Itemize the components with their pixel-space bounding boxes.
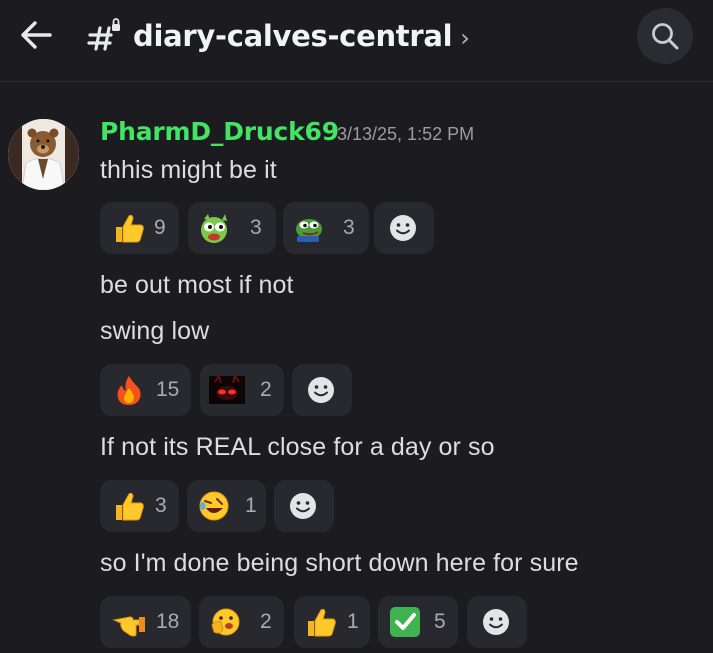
pointing-hand-icon (112, 616, 145, 637)
reaction-pill[interactable]: 2 (200, 364, 284, 416)
reaction-count: 3 (250, 216, 262, 239)
avatar[interactable] (8, 119, 79, 190)
message-line: swing low (100, 317, 210, 345)
reactions-row: 3 1 (100, 480, 334, 532)
search-icon (652, 23, 679, 50)
reaction-pill[interactable]: 3 (283, 202, 369, 254)
reaction-count: 2 (260, 378, 272, 401)
reaction-count: 5 (434, 610, 446, 633)
reaction-count: 2 (260, 610, 272, 633)
reaction-count: 3 (155, 494, 167, 517)
add-reaction-button[interactable] (374, 202, 434, 254)
reaction-pill[interactable]: 9 (100, 202, 179, 254)
add-reaction-button[interactable] (292, 364, 352, 416)
pepe-green-frog-icon (201, 214, 227, 243)
reaction-count: 18 (156, 610, 180, 633)
reactions-row: 18 2 1 5 (100, 596, 527, 648)
reaction-count: 1 (347, 610, 359, 633)
fire-icon (117, 376, 141, 405)
reaction-pill[interactable]: 2 (199, 596, 284, 648)
reaction-pill[interactable]: 1 (187, 480, 266, 532)
add-reaction-smiley-icon (483, 609, 509, 635)
message-line: thhis might be it (100, 156, 277, 184)
add-reaction-smiley-icon (308, 377, 334, 403)
thumbs-up-icon (116, 214, 144, 243)
thumbs-up-icon (116, 492, 144, 521)
add-reaction-button[interactable] (467, 596, 527, 648)
reactions-row: 15 2 (100, 364, 352, 416)
reactions-row: 9 3 3 (100, 202, 434, 254)
text-channel-hash-icon (84, 16, 124, 56)
reaction-pill[interactable]: 18 (100, 596, 191, 648)
channel-title[interactable]: diary-calves-central › (133, 16, 470, 56)
message-line: If not its REAL close for a day or so (100, 433, 495, 461)
add-reaction-smiley-icon (390, 215, 416, 241)
reaction-count: 1 (245, 494, 257, 517)
check-mark-button-icon (390, 607, 420, 637)
add-reaction-button[interactable] (274, 480, 334, 532)
red-eyes-demon-icon (209, 374, 245, 404)
reaction-pill[interactable]: 1 (294, 596, 370, 648)
reaction-pill[interactable]: 15 (100, 364, 191, 416)
reaction-pill[interactable]: 3 (188, 202, 276, 254)
reaction-count: 3 (343, 216, 355, 239)
rolling-on-floor-laughing-icon (199, 491, 229, 521)
add-reaction-smiley-icon (290, 493, 316, 519)
reaction-count: 15 (156, 378, 180, 401)
channel-header: diary-calves-central › (0, 0, 713, 82)
message-line: be out most if not (100, 271, 294, 299)
hand-over-mouth-icon (211, 608, 240, 636)
message-line: so I'm done being short down here for su… (100, 549, 579, 577)
thumbs-up-icon (308, 608, 336, 637)
message-timestamp: 3/13/25, 1:52 PM (337, 124, 475, 144)
pepe-smug-icon (296, 219, 322, 242)
reaction-pill[interactable]: 5 (378, 596, 458, 648)
chevron-right-icon: › (460, 24, 470, 52)
reaction-count: 9 (154, 216, 166, 239)
back-arrow-icon[interactable] (18, 17, 54, 53)
channel-name: diary-calves-central (133, 19, 453, 53)
message-author[interactable]: PharmD_Druck69 (100, 115, 339, 149)
search-button[interactable] (637, 8, 693, 64)
reaction-pill[interactable]: 3 (100, 480, 179, 532)
